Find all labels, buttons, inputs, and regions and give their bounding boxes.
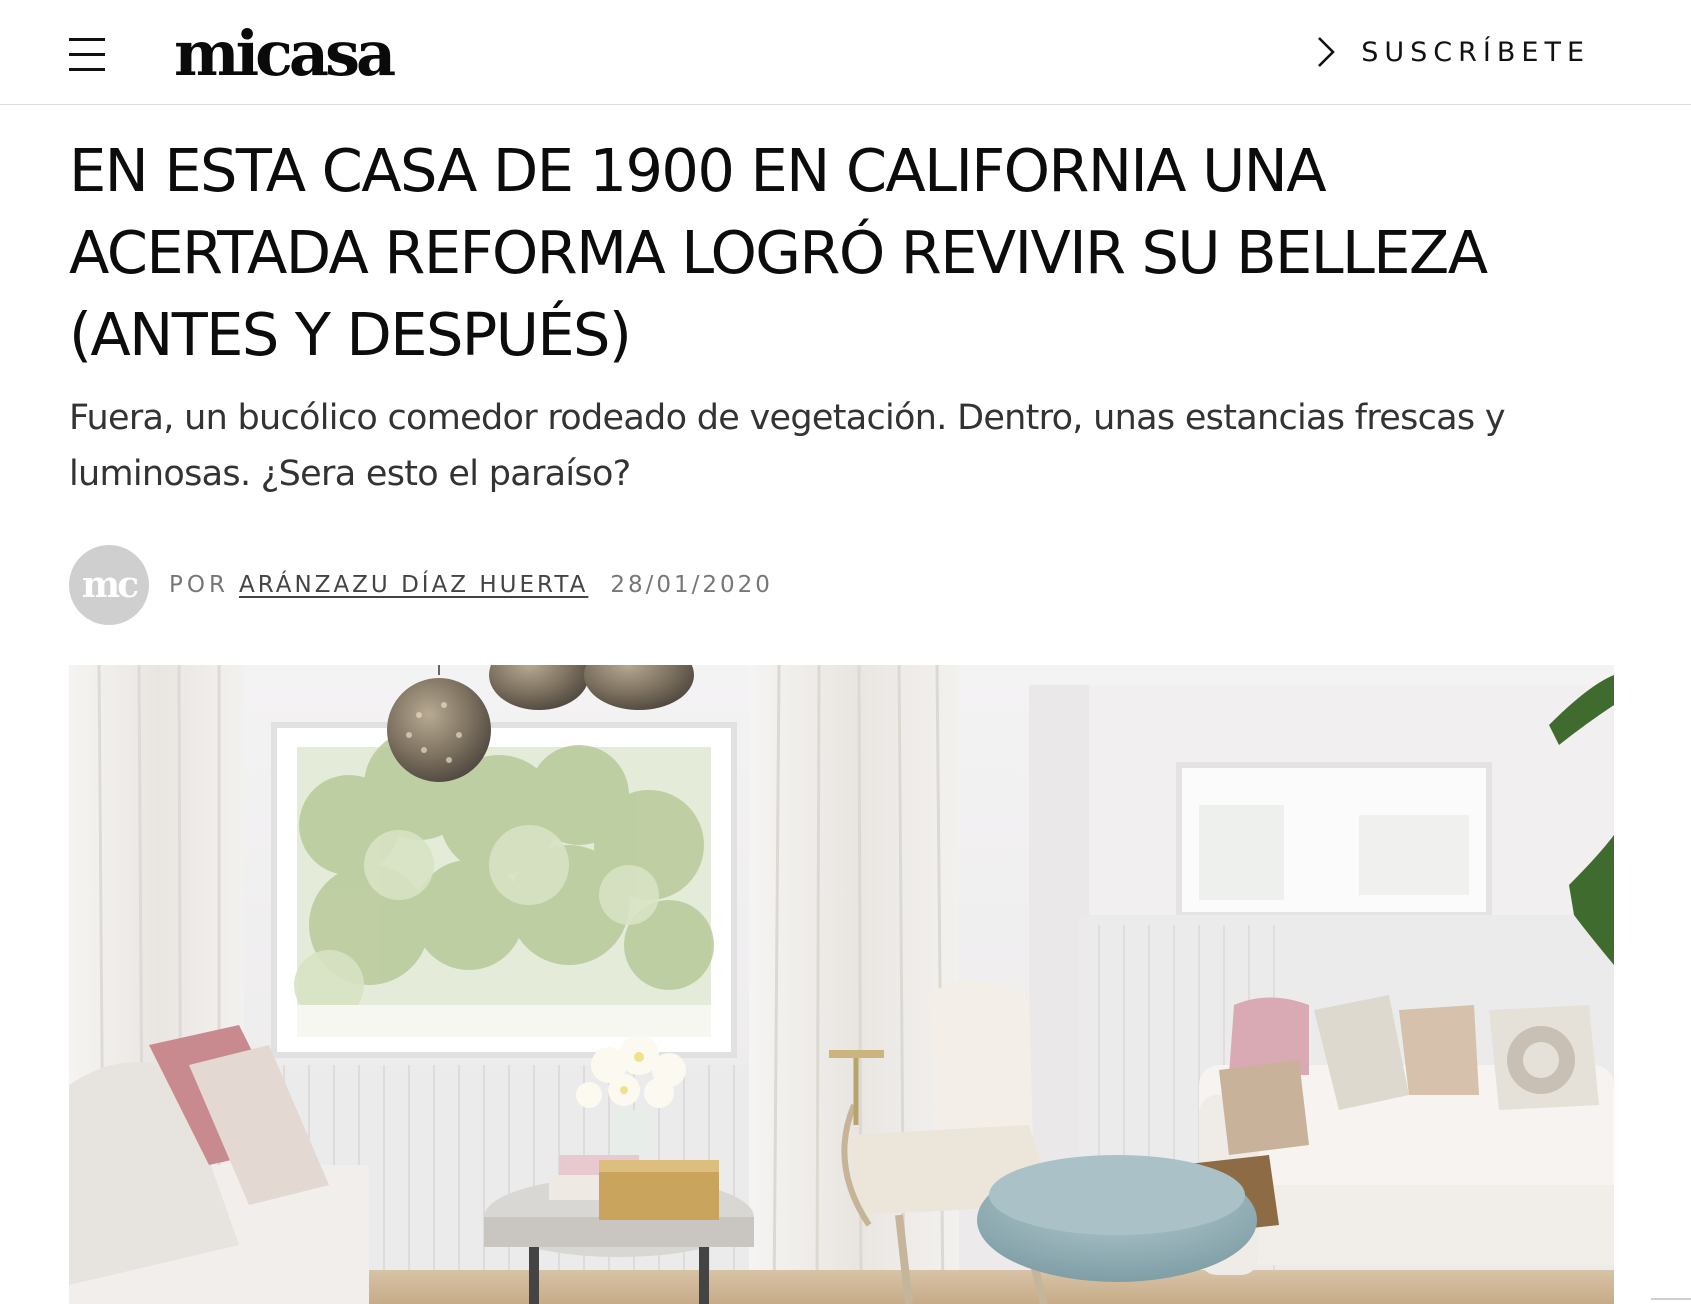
article-byline: mc POR ARÁNZAZU DÍAZ HUERTA 28/01/2020 bbox=[69, 545, 773, 625]
article-subheadline: Fuera, un bucólico comedor rodeado de ve… bbox=[69, 398, 1506, 494]
scroll-indicator bbox=[1651, 1298, 1691, 1300]
chevron-right-icon bbox=[1318, 37, 1336, 67]
author-avatar: mc bbox=[69, 545, 149, 625]
hamburger-menu-icon[interactable] bbox=[69, 36, 105, 71]
byline-prefix: POR bbox=[169, 572, 229, 598]
site-logo[interactable]: micasa bbox=[174, 14, 396, 94]
site-header: micasa SUSCRÍBETE bbox=[0, 0, 1691, 105]
article-headline: EN ESTA CASA DE 1900 EN CALIFORNIA UNA A… bbox=[69, 136, 1488, 369]
subscribe-link[interactable]: SUSCRÍBETE bbox=[1313, 32, 1590, 72]
subscribe-label: SUSCRÍBETE bbox=[1361, 36, 1590, 68]
author-link[interactable]: ARÁNZAZU DÍAZ HUERTA bbox=[239, 572, 588, 598]
avatar-initials: mc bbox=[81, 564, 139, 606]
hero-image bbox=[69, 665, 1614, 1304]
publish-date: 28/01/2020 bbox=[610, 572, 773, 598]
